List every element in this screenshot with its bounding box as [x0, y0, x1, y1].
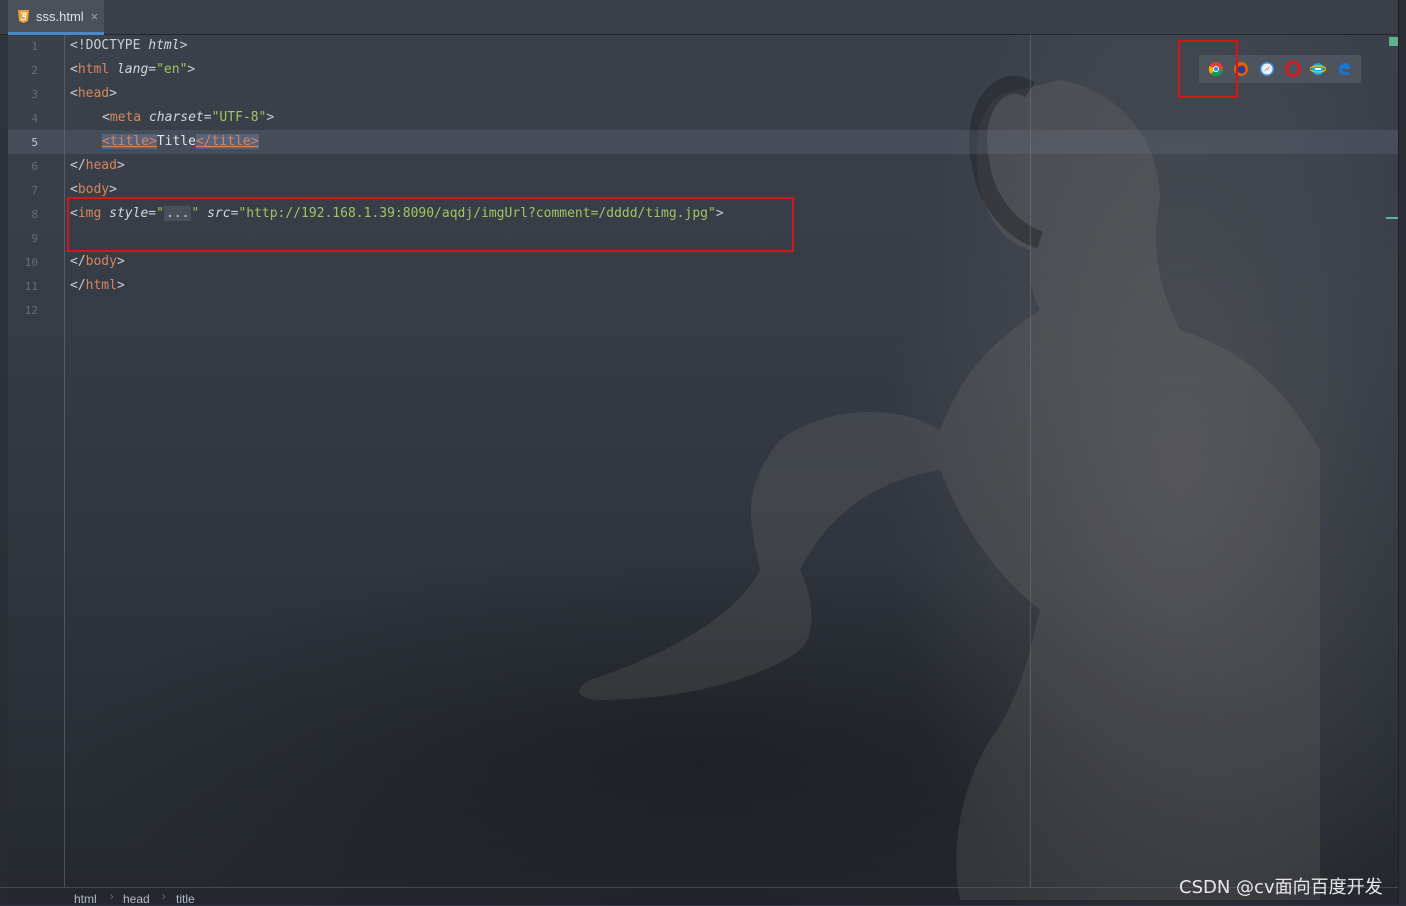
breadcrumb-item-title[interactable]: title — [176, 892, 195, 906]
token: charset — [141, 110, 204, 125]
line-number: 2 — [31, 64, 38, 77]
line-number: 9 — [31, 232, 38, 245]
ie-icon[interactable] — [1310, 61, 1327, 77]
html5-icon — [18, 9, 29, 23]
left-edge — [0, 0, 8, 905]
token: > — [109, 86, 117, 101]
token: body — [85, 254, 117, 269]
breadcrumb-item-head[interactable]: head — [123, 892, 150, 906]
token: > — [116, 254, 125, 269]
edge-icon[interactable] — [1336, 61, 1352, 77]
code-line-1: <!DOCTYPE html> — [70, 34, 187, 58]
token: > — [187, 62, 196, 77]
token: "UTF-8" — [211, 110, 267, 125]
scrollbar[interactable] — [1398, 0, 1406, 905]
token: = — [148, 62, 157, 77]
watermark: CSDN @cv面向百度开发 — [1179, 877, 1383, 898]
token: meta — [109, 110, 142, 125]
token-matched-tag: </title> — [195, 134, 259, 149]
token: > — [116, 158, 125, 173]
code-line-3: <head> — [70, 82, 117, 106]
breadcrumb-item-html[interactable]: html — [74, 892, 97, 906]
token: body — [77, 182, 110, 197]
token: lang — [109, 62, 149, 77]
code-line-4: <meta charset="UTF-8"> — [102, 106, 274, 130]
token: > — [116, 278, 125, 293]
token: "en" — [156, 62, 188, 77]
breadcrumb-separator: › — [110, 891, 114, 903]
tab-filename: sss.html — [36, 8, 84, 24]
token: = — [203, 110, 212, 125]
line-number-current: 5 — [31, 136, 38, 149]
tab-bar: sss.html × — [0, 0, 1406, 35]
token: < — [102, 110, 110, 125]
line-number: 10 — [24, 256, 38, 269]
line-number: 4 — [31, 112, 38, 125]
line-number: 8 — [31, 208, 38, 221]
annotation-box-img-line — [67, 197, 794, 252]
annotation-box-chrome — [1178, 40, 1238, 98]
token: html — [148, 38, 180, 53]
opera-icon[interactable] — [1284, 61, 1301, 77]
token: < — [70, 86, 78, 101]
token: html — [77, 62, 110, 77]
line-number: 1 — [31, 40, 38, 53]
token: <!DOCTYPE — [70, 38, 149, 53]
safari-icon[interactable] — [1259, 61, 1275, 77]
token: < — [70, 62, 78, 77]
background-artwork — [579, 75, 1320, 900]
right-margin-guide — [1030, 34, 1031, 887]
token: </ — [70, 278, 86, 293]
token: > — [266, 110, 275, 125]
breadcrumb-separator: › — [162, 891, 166, 903]
code-line-10: </body> — [70, 250, 125, 274]
line-number: 12 — [24, 304, 38, 317]
line-number: 6 — [31, 160, 38, 173]
code-line-5: <title>Title</title> — [102, 130, 259, 154]
close-icon[interactable]: × — [91, 9, 99, 24]
code-line-6: </head> — [70, 154, 125, 178]
token: < — [70, 182, 78, 197]
inspection-status-marker[interactable] — [1389, 37, 1398, 46]
token: > — [109, 182, 117, 197]
token: head — [77, 86, 110, 101]
token: head — [85, 158, 117, 173]
line-number: 7 — [31, 184, 38, 197]
tab-sss-html[interactable]: sss.html × — [8, 0, 104, 35]
line-number: 3 — [31, 88, 38, 101]
code-line-2: <html lang="en"> — [70, 58, 195, 82]
line-number: 11 — [24, 280, 38, 293]
token-matched-tag: <title> — [102, 134, 157, 149]
token: > — [179, 38, 188, 53]
code-line-11: </html> — [70, 274, 125, 298]
token: </ — [70, 254, 86, 269]
token: </ — [70, 158, 86, 173]
token: html — [85, 278, 117, 293]
token: Title — [156, 134, 196, 149]
